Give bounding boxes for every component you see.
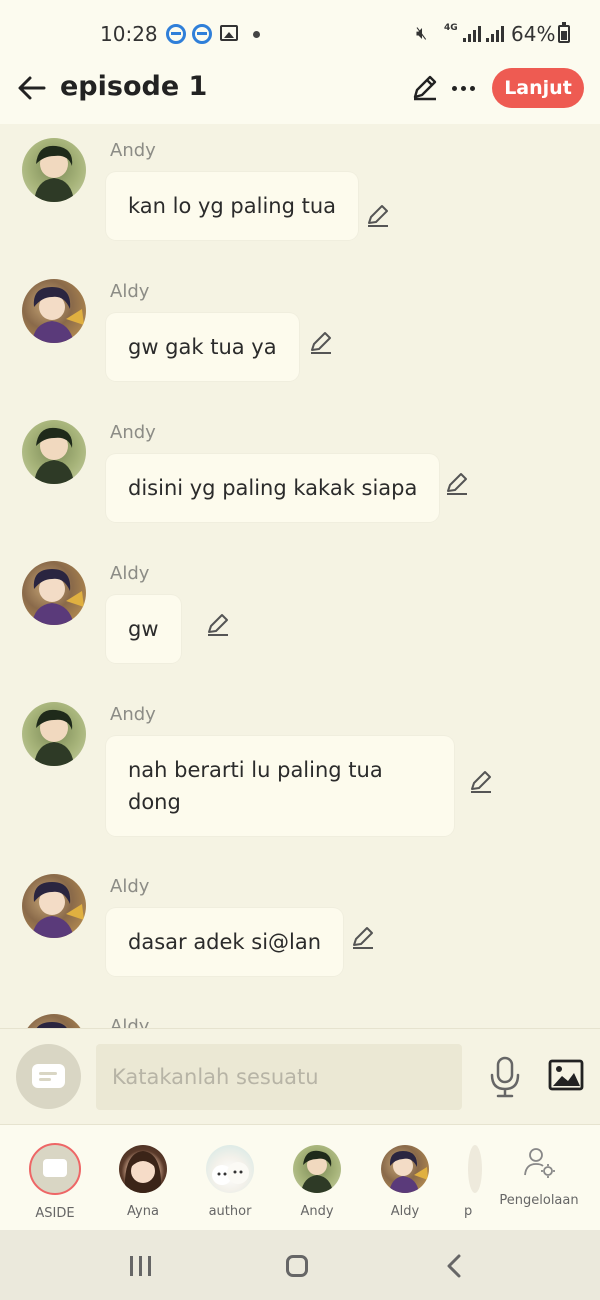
character-item-andy[interactable]: Andy (282, 1145, 352, 1219)
battery-percent: 64% (511, 22, 556, 46)
manage-label: Pengelolaan (499, 1193, 579, 1208)
avatar (381, 1145, 429, 1193)
message-input[interactable] (96, 1044, 462, 1110)
character-name: Andy (300, 1204, 334, 1219)
avatar (119, 1145, 167, 1193)
mute-icon: 🔇︎ (416, 23, 428, 44)
signal-icon (486, 26, 506, 42)
back-arrow-icon[interactable] (14, 70, 50, 106)
message-sender: Aldy (110, 563, 150, 584)
gallery-icon (220, 25, 238, 41)
character-name: ASIDE (35, 1206, 75, 1221)
avatar[interactable] (22, 420, 86, 484)
aside-toggle-button[interactable] (16, 1044, 81, 1109)
message-sender: Aldy (110, 876, 150, 897)
avatar (293, 1145, 341, 1193)
character-name: author (208, 1204, 252, 1219)
notification-dot-icon (253, 31, 260, 38)
next-button[interactable]: Lanjut (492, 68, 584, 108)
more-options-icon[interactable] (450, 72, 478, 102)
edit-pencil-icon[interactable] (444, 470, 470, 496)
character-name: Aldy (390, 1204, 420, 1219)
composer-bar (0, 1028, 600, 1124)
character-name: p (464, 1204, 473, 1219)
s-icon (166, 24, 186, 44)
back-icon[interactable] (444, 1254, 464, 1278)
edit-pencil-icon[interactable] (410, 72, 440, 102)
top-app-bar: episode 1 Lanjut (0, 68, 600, 124)
network-type: 4G (444, 23, 458, 33)
avatar (206, 1145, 254, 1193)
message-sender: Andy (110, 704, 156, 725)
recents-icon[interactable] (130, 1256, 152, 1276)
microphone-icon[interactable] (488, 1055, 522, 1099)
edit-pencil-icon[interactable] (205, 611, 231, 637)
character-name: Ayna (127, 1204, 159, 1219)
avatar[interactable] (22, 702, 86, 766)
battery-icon (558, 22, 570, 43)
manage-characters-button[interactable]: Pengelolaan (494, 1145, 584, 1208)
aside-icon (32, 1064, 65, 1088)
message-sender: Andy (110, 140, 156, 161)
character-bar: ASIDE Ayna author Andy Aldy p Pengelolaa… (0, 1124, 600, 1230)
status-bar: 10:28 🔇︎ 4G 64% (0, 0, 600, 68)
s-icon (192, 24, 212, 44)
home-icon[interactable] (286, 1255, 308, 1277)
edit-pencil-icon[interactable] (308, 329, 334, 355)
character-item-partial[interactable]: p (448, 1145, 488, 1219)
character-item-aside[interactable]: ASIDE (20, 1143, 90, 1221)
edit-pencil-icon[interactable] (365, 202, 391, 228)
avatar (468, 1145, 482, 1193)
message-bubble[interactable]: disini yg paling kakak siapa (106, 454, 440, 522)
message-bubble[interactable]: dasar adek si@lan (106, 908, 344, 976)
image-icon[interactable] (548, 1059, 584, 1091)
user-settings-icon (522, 1145, 556, 1179)
avatar[interactable] (22, 561, 86, 625)
character-item-ayna[interactable]: Ayna (108, 1145, 178, 1219)
message-bubble[interactable]: nah berarti lu paling tua dong (106, 736, 454, 836)
message-sender: Aldy (110, 281, 150, 302)
avatar[interactable] (22, 1014, 86, 1028)
message-sender: Aldy (110, 1016, 150, 1028)
message-bubble[interactable]: gw gak tua ya (106, 313, 299, 381)
avatar[interactable] (22, 138, 86, 202)
message-bubble[interactable]: gw (106, 595, 181, 663)
message-sender: Andy (110, 422, 156, 443)
aside-icon (29, 1143, 81, 1195)
message-bubble[interactable]: kan lo yg paling tua (106, 172, 359, 240)
edit-pencil-icon[interactable] (468, 768, 494, 794)
signal-icon (463, 26, 483, 42)
character-item-author[interactable]: author (195, 1145, 265, 1219)
system-nav-bar (0, 1230, 600, 1300)
chat-area[interactable]: Andy kan lo yg paling tua Aldy gw gak tu… (0, 124, 600, 1028)
edit-pencil-icon[interactable] (350, 924, 376, 950)
avatar[interactable] (22, 279, 86, 343)
page-title: episode 1 (60, 71, 208, 102)
character-item-aldy[interactable]: Aldy (370, 1145, 440, 1219)
avatar[interactable] (22, 874, 86, 938)
status-time: 10:28 (100, 22, 158, 46)
